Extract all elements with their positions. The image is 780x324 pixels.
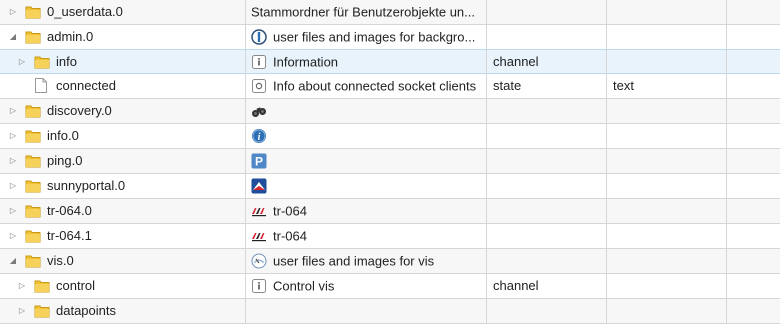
tree-row-sunnyportal[interactable]: ▷ sunnyportal.0 (0, 174, 780, 199)
tree-row-0_userdata[interactable]: ▷ 0_userdata.0 Stammordner für Benutzero… (0, 0, 780, 25)
row-name: sunnyportal.0 (47, 178, 126, 193)
row-name: control (56, 278, 96, 293)
expand-arrow-icon[interactable]: ▷ (17, 50, 27, 74)
row-description: user files and images for vis (273, 253, 435, 269)
tree-row-vis[interactable]: ◢ vis.0 user files and images for vis (0, 249, 780, 274)
row-name: 0_userdata.0 (47, 4, 123, 19)
collapse-arrow-icon[interactable]: ◢ (8, 25, 18, 49)
admin-logo-icon (251, 28, 267, 45)
sunnyportal-icon (251, 178, 267, 194)
row-type (487, 99, 607, 123)
vis-gauge-icon (251, 253, 267, 269)
folder-icon (25, 105, 41, 118)
row-role (607, 124, 727, 148)
row-name: tr-064.0 (47, 203, 92, 218)
tree-row-control[interactable]: ▷ control Control vis channel (0, 274, 780, 299)
expand-arrow-icon[interactable]: ▷ (8, 124, 18, 148)
row-role (607, 199, 727, 223)
row-description: user files and images for backgro... (273, 29, 476, 45)
row-type (487, 25, 607, 49)
row-role (607, 25, 727, 49)
folder-icon (25, 180, 41, 193)
binoculars-icon (252, 106, 266, 117)
folder-open-icon (25, 31, 41, 44)
tree-row-ping[interactable]: ▷ ping.0 P (0, 149, 780, 174)
ping-p-icon: P (251, 153, 267, 169)
expand-arrow-icon[interactable]: ▷ (8, 149, 18, 173)
expand-arrow-icon[interactable]: ▷ (17, 274, 27, 298)
folder-icon (34, 305, 50, 318)
folder-open-icon (25, 255, 41, 268)
folder-icon (34, 56, 50, 69)
tree-row-info[interactable]: ▷ info Information channel (0, 49, 780, 74)
row-description: Control vis (273, 278, 335, 294)
info-circle-icon: i (252, 128, 266, 143)
row-type (487, 174, 607, 198)
expand-arrow-icon[interactable]: ▷ (8, 99, 18, 123)
row-role (607, 249, 727, 273)
tree-row-info0[interactable]: ▷ info.0 i (0, 124, 780, 149)
row-name: discovery.0 (47, 103, 112, 118)
row-role (607, 299, 727, 323)
tree-row-tr064-1[interactable]: ▷ tr-064.1 tr-064 (0, 224, 780, 249)
expand-arrow-icon[interactable]: ▷ (8, 199, 18, 223)
row-role (607, 50, 727, 74)
folder-icon (25, 155, 41, 168)
tree-row-discovery[interactable]: ▷ discovery.0 (0, 99, 780, 124)
folder-icon (25, 6, 41, 19)
collapse-arrow-icon[interactable]: ◢ (8, 249, 18, 273)
row-name: info (56, 54, 77, 69)
expand-arrow-icon[interactable]: ▷ (8, 0, 18, 24)
row-role: text (607, 74, 727, 98)
info-box-icon (252, 278, 266, 293)
tree-row-admin[interactable]: ◢ admin.0 user files and images for back… (0, 25, 780, 50)
avm-logo-icon (252, 207, 266, 216)
row-type (487, 0, 607, 24)
row-role (607, 0, 727, 24)
row-description: Information (273, 54, 339, 70)
avm-logo-icon (252, 232, 266, 241)
state-box-icon (252, 78, 266, 93)
row-name: admin.0 (47, 29, 94, 44)
folder-icon (25, 205, 41, 218)
row-role (607, 149, 727, 173)
row-type: state (487, 74, 607, 98)
row-name: datapoints (56, 303, 116, 318)
row-name: vis.0 (47, 253, 74, 268)
row-role (607, 224, 727, 248)
file-icon (35, 78, 47, 93)
row-name: ping.0 (47, 153, 83, 168)
row-description: Info about connected socket clients (273, 78, 477, 94)
row-name: info.0 (47, 128, 79, 143)
row-description: tr-064 (273, 203, 307, 219)
row-type (487, 199, 607, 223)
row-description: tr-064 (273, 228, 307, 244)
expand-arrow-icon[interactable]: ▷ (8, 174, 18, 198)
info-box-icon (252, 54, 266, 69)
row-description: Stammordner für Benutzerobjekte un... (251, 4, 476, 20)
row-role (607, 99, 727, 123)
row-type (487, 124, 607, 148)
row-role (607, 274, 727, 298)
tree-row-connected[interactable]: connected Info about connected socket cl… (0, 74, 780, 99)
tree-row-tr064-0[interactable]: ▷ tr-064.0 tr-064 (0, 199, 780, 224)
row-role (607, 174, 727, 198)
tree-row-datapoints[interactable]: ▷ datapoints (0, 299, 780, 324)
expand-arrow-icon[interactable]: ▷ (8, 224, 18, 248)
svg-text:i: i (258, 132, 261, 143)
row-type (487, 149, 607, 173)
svg-text:P: P (255, 154, 263, 168)
folder-icon (25, 130, 41, 143)
row-name: connected (56, 78, 116, 93)
row-type: channel (487, 274, 607, 298)
expand-arrow-icon[interactable]: ▷ (17, 299, 27, 323)
row-type: channel (487, 50, 607, 74)
row-type (487, 299, 607, 323)
row-type (487, 224, 607, 248)
folder-icon (34, 280, 50, 293)
row-name: tr-064.1 (47, 228, 92, 243)
object-tree-grid: ▷ 0_userdata.0 Stammordner für Benutzero… (0, 0, 780, 324)
row-type (487, 249, 607, 273)
folder-icon (25, 230, 41, 243)
